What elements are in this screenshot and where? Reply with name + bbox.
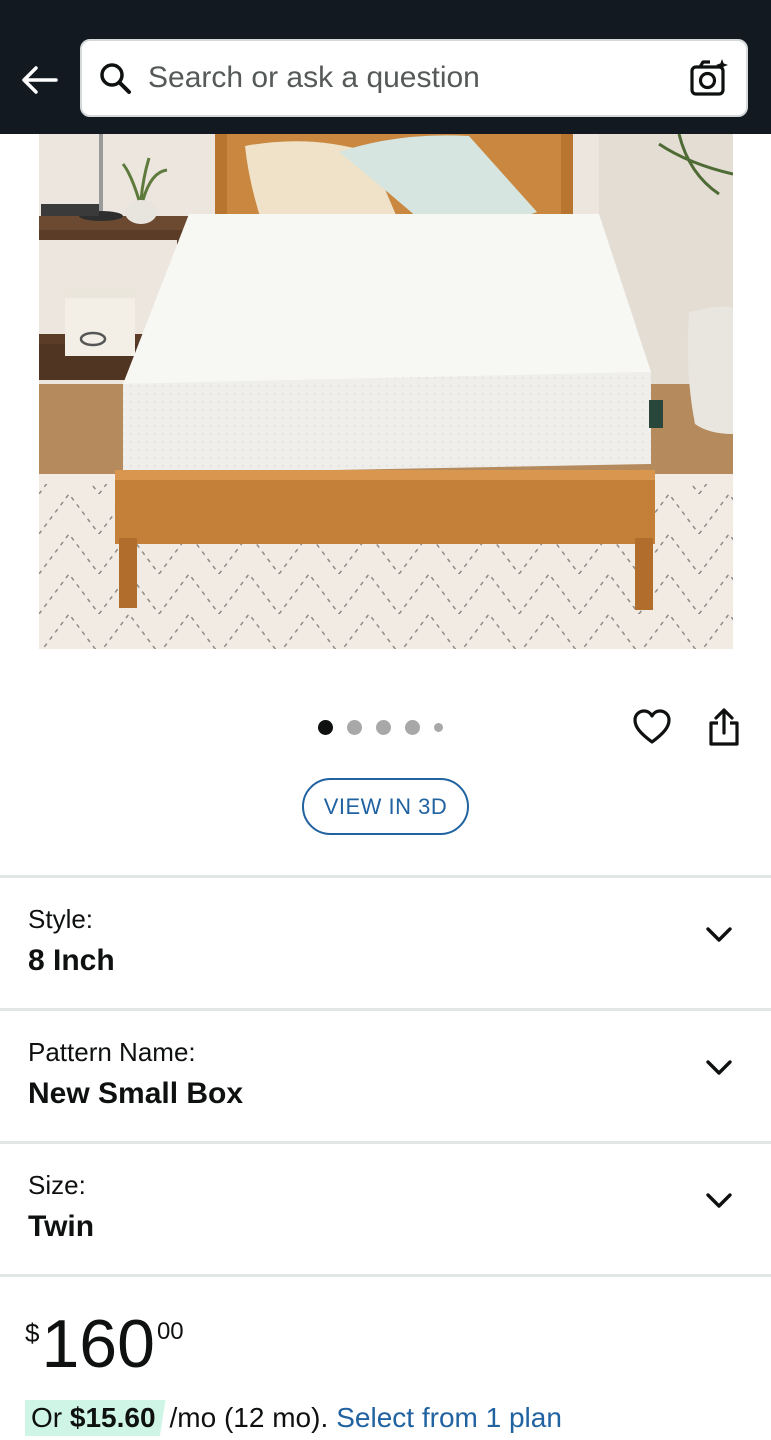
chevron-down-icon (704, 920, 734, 950)
size-label: Size: (28, 1170, 86, 1200)
view-in-3d-button[interactable]: VIEW IN 3D (302, 778, 469, 835)
top-navigation-bar (0, 0, 771, 134)
heart-icon (633, 709, 671, 744)
monthly-terms: /mo (12 mo). (169, 1402, 329, 1433)
back-button[interactable] (18, 58, 62, 102)
carousel-dot-2[interactable] (347, 719, 362, 735)
monthly-payment-offer: Or $15.60 /mo (12 mo). Select from 1 pla… (25, 1400, 562, 1436)
back-arrow-icon (22, 66, 58, 94)
price-currency-symbol: $ (25, 1318, 40, 1348)
mattress-photo (39, 134, 733, 649)
size-selector[interactable]: Size: Twin (0, 1144, 771, 1274)
search-input[interactable] (148, 61, 688, 95)
monthly-prefix: Or (31, 1402, 70, 1433)
pattern-name-value: New Small Box (28, 1077, 244, 1110)
camera-search-icon[interactable] (688, 57, 730, 99)
select-plan-link[interactable]: Select from 1 plan (336, 1402, 562, 1434)
search-bar[interactable] (80, 39, 748, 117)
price-fraction: 00 (156, 1318, 184, 1345)
pattern-name-selector[interactable]: Pattern Name: New Small Box (0, 1011, 771, 1141)
carousel-dot-4[interactable] (405, 719, 420, 735)
price-whole: 160 (41, 1306, 155, 1382)
image-carousel-indicator (318, 717, 443, 737)
add-to-wishlist-button[interactable] (630, 705, 674, 749)
share-icon (709, 708, 739, 746)
style-selector[interactable]: Style: 8 Inch (0, 878, 771, 1008)
search-icon (98, 61, 132, 95)
style-label: Style: (28, 904, 94, 934)
style-value: 8 Inch (28, 944, 115, 977)
chevron-down-icon (704, 1186, 734, 1216)
carousel-dot-5[interactable] (434, 722, 443, 732)
carousel-dot-1[interactable] (318, 719, 333, 735)
product-price: $ 160 00 (25, 1306, 184, 1386)
chevron-down-icon (704, 1053, 734, 1083)
size-value: Twin (28, 1210, 95, 1243)
share-button[interactable] (702, 704, 746, 750)
monthly-payment-highlight: Or $15.60 (25, 1400, 166, 1436)
monthly-amount: $15.60 (69, 1402, 156, 1433)
carousel-dot-3[interactable] (376, 719, 391, 735)
section-divider (0, 1274, 771, 1277)
product-image[interactable] (39, 134, 733, 649)
pattern-name-label: Pattern Name: (28, 1037, 196, 1067)
